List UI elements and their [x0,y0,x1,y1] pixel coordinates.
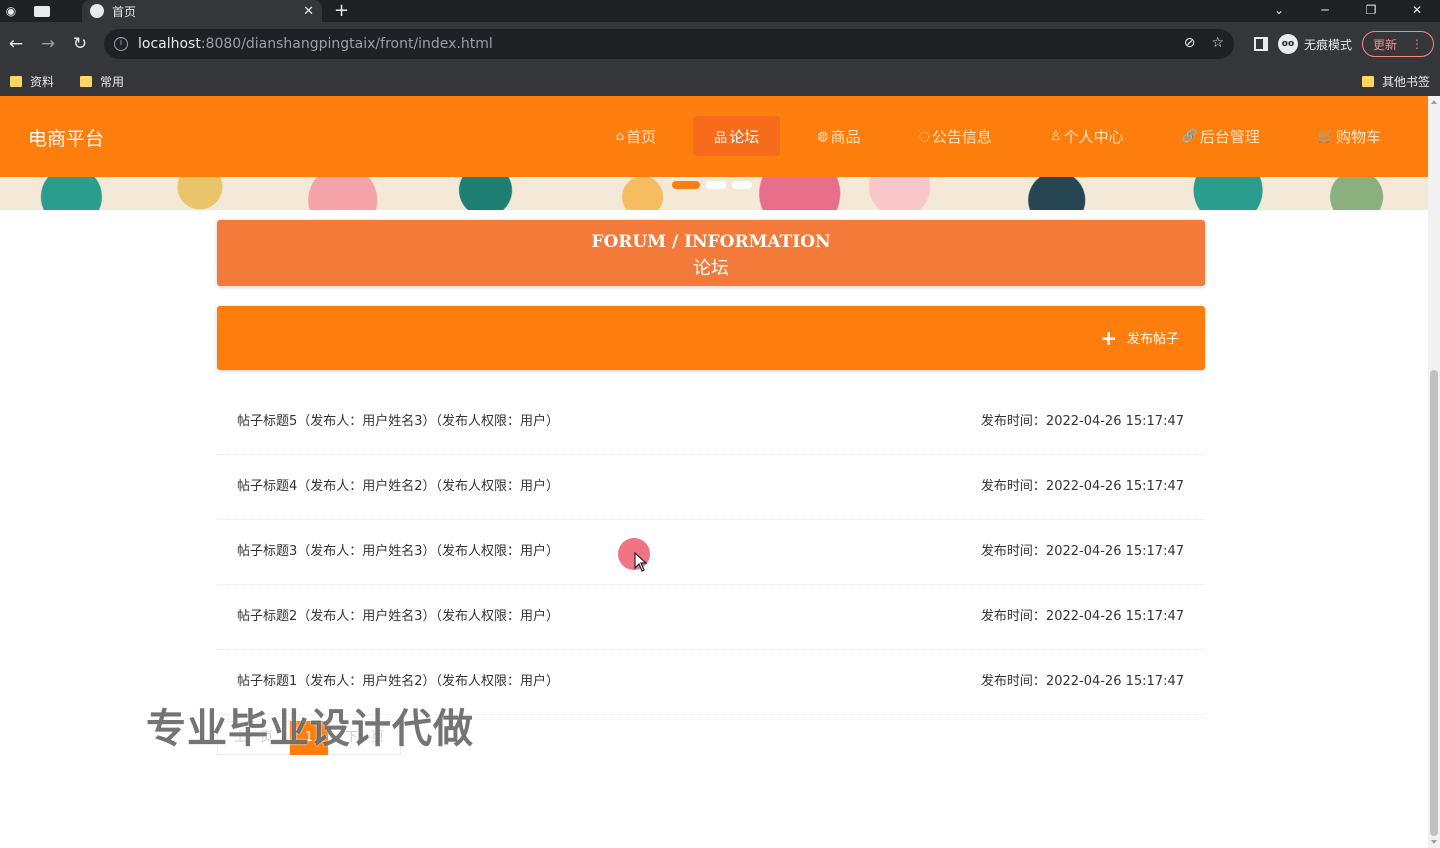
scroll-down-icon[interactable] [1431,840,1437,844]
nav-profile[interactable]: ♙ 个人中心 [1029,116,1145,156]
folder-icon [10,75,22,87]
site-header: 电商平台 ⌂ 首页 品论坛 ◍ 商品 ◌ 公告信息 ♙ 个人中心 🔗 后台管理 🛒 购物车 [0,96,1428,177]
site-brand[interactable]: 电商平台 [28,124,104,151]
browser-tabstrip: ◉ 首页 ✕ + ⌄ ─ ❐ ✕ [0,0,1440,22]
nav-forum[interactable]: 品论坛 [693,116,781,156]
section-title-en: FORUM / INFORMATION [591,232,831,252]
bookmark-star-icon[interactable]: ☆ [1211,35,1224,51]
restore-button[interactable]: ❐ [1348,0,1394,22]
browser-profile-icon[interactable]: ◉ [0,0,22,22]
post-list: 帖子标题5（发布人：用户姓名3）（发布人权限：用户） 发布时间：2022-04-… [217,390,1205,715]
back-button[interactable]: ← [0,34,32,54]
nav-announcements[interactable]: ◌ 公告信息 [898,116,1013,156]
publish-post-button[interactable]: + 发布帖子 [1100,325,1179,350]
nav-label: 个人中心 [1063,127,1124,146]
update-label: 更新 [1372,37,1397,52]
section-title: FORUM / INFORMATION 论坛 [217,220,1205,286]
carousel-dot[interactable] [672,181,700,189]
nav-products[interactable]: ◍ 商品 [796,116,881,156]
tab-list-chevron-icon[interactable]: ⌄ [1256,0,1302,22]
url-host: localhost [138,36,201,52]
folder-icon [80,75,93,87]
scroll-up-icon[interactable] [1431,100,1437,104]
list-item[interactable]: 帖子标题4（发布人：用户姓名2）（发布人权限：用户） 发布时间：2022-04-… [217,455,1205,520]
bookmarks-bar: 资料 常用 其他书签 [0,66,1440,96]
incognito-indicator[interactable]: oo 无痕模式 [1277,34,1352,54]
carousel-indicators [672,181,752,189]
tab-close-icon[interactable]: ✕ [303,4,314,19]
reload-button[interactable]: ↻ [64,34,96,54]
home-icon: ⌂ [615,128,625,144]
post-time: 发布时间：2022-04-26 15:17:47 [980,609,1184,624]
carousel-dot[interactable] [706,181,726,189]
window-controls: ⌄ ─ ❐ ✕ [1256,0,1440,22]
window-close-button[interactable]: ✕ [1394,0,1440,22]
globe-icon [90,4,104,18]
banner-carousel [0,177,1428,210]
scrollbar-thumb[interactable] [1430,370,1438,836]
address-bar[interactable]: i localhost:8080/dianshangpingtaix/front… [104,29,1234,59]
nav-label: 首页 [626,127,657,146]
nav-label: 商品 [830,127,861,146]
post-title[interactable]: 帖子标题3（发布人：用户姓名3）（发布人权限：用户） [237,540,559,559]
eye-off-icon[interactable]: ⊘ [1184,35,1196,51]
forum-action-bar: + 发布帖子 [217,306,1205,370]
side-panel-icon[interactable] [1253,37,1268,51]
plus-icon: + [1100,325,1117,350]
post-time: 发布时间：2022-04-26 15:17:47 [980,674,1184,689]
post-title[interactable]: 帖子标题1（发布人：用户姓名2）（发布人权限：用户） [237,670,559,689]
tab-search-icon[interactable] [22,0,62,22]
page-viewport: 电商平台 ⌂ 首页 品论坛 ◍ 商品 ◌ 公告信息 ♙ 个人中心 🔗 后台管理 🛒 购物车 … [0,96,1428,848]
publish-post-label: 发布帖子 [1126,332,1179,347]
nav-label: 公告信息 [931,127,992,146]
nav-label: 后台管理 [1199,127,1260,146]
post-title[interactable]: 帖子标题5（发布人：用户姓名3）（发布人权限：用户） [237,410,559,429]
list-item[interactable]: 帖子标题2（发布人：用户姓名3）（发布人权限：用户） 发布时间：2022-04-… [217,585,1205,650]
post-time: 发布时间：2022-04-26 15:17:47 [980,414,1184,429]
bookmark-label: 常用 [100,74,125,89]
cart-icon: 🛒 [1317,128,1334,144]
forward-button[interactable]: → [32,34,64,54]
nav-label: 论坛 [729,127,760,146]
incognito-icon: oo [1277,34,1298,54]
announcement-icon: ◌ [918,128,930,144]
list-item[interactable]: 帖子标题3（发布人：用户姓名3）（发布人权限：用户） 发布时间：2022-04-… [217,520,1205,585]
post-time: 发布时间：2022-04-26 15:17:47 [980,544,1184,559]
nav-home[interactable]: ⌂ 首页 [595,116,677,156]
new-tab-button[interactable]: + [334,0,349,22]
nav-label: 购物车 [1335,127,1381,146]
tab-title: 首页 [112,4,137,19]
section-title-zh: 论坛 [693,258,729,279]
url-path: :8080/dianshangpingtaix/front/index.html [200,36,493,52]
post-time: 发布时间：2022-04-26 15:17:47 [980,479,1184,494]
link-icon: 🔗 [1181,128,1198,144]
other-bookmarks-label: 其他书签 [1381,74,1430,89]
menu-dots-icon[interactable]: ⋮ [1411,37,1423,51]
site-info-icon[interactable]: i [114,37,128,51]
user-icon: ♙ [1049,128,1062,144]
post-title[interactable]: 帖子标题4（发布人：用户姓名2）（发布人权限：用户） [237,475,559,494]
main-nav: ⌂ 首页 品论坛 ◍ 商品 ◌ 公告信息 ♙ 个人中心 🔗 后台管理 🛒 购物车 [595,116,1402,156]
incognito-label: 无痕模式 [1303,37,1352,52]
browser-toolbar: ← → ↻ i localhost:8080/dianshangpingtaix… [0,22,1440,66]
nav-admin[interactable]: 🔗 后台管理 [1161,116,1281,156]
folder-icon [1361,75,1374,87]
browser-tab[interactable]: 首页 ✕ [82,0,322,22]
other-bookmarks[interactable]: 其他书签 [1361,73,1430,90]
list-item[interactable]: 帖子标题5（发布人：用户姓名3）（发布人权限：用户） 发布时间：2022-04-… [217,390,1205,455]
watermark-overlay: 专业毕业设计代做 [146,706,474,752]
page-scrollbar[interactable] [1428,96,1440,848]
update-button[interactable]: 更新 ⋮ [1361,31,1434,57]
post-title[interactable]: 帖子标题2（发布人：用户姓名3）（发布人权限：用户） [237,605,559,624]
nav-cart[interactable]: 🛒 购物车 [1297,116,1402,156]
carousel-dot[interactable] [732,181,752,189]
products-icon: ◍ [817,128,829,144]
bookmark-folder-changyong[interactable]: 常用 [80,73,124,90]
bookmark-folder-ziliao[interactable]: 资料 [10,73,54,90]
minimize-button[interactable]: ─ [1302,0,1348,22]
bookmark-label: 资料 [30,74,55,89]
forum-icon: 品 [714,130,728,146]
